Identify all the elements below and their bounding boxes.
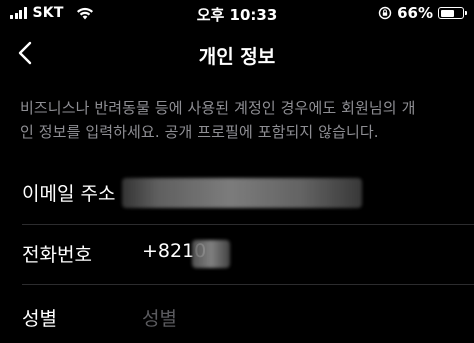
screen: SKT 오후 10:33 66% 개인 정보 비즈니스나 반려동물 등에 사용된…	[0, 0, 474, 343]
gender-row[interactable]: 성별 성별	[0, 292, 474, 342]
battery-icon	[438, 7, 467, 19]
battery-level-fill	[440, 9, 454, 17]
phone-row[interactable]: 전화번호 +8210	[0, 232, 474, 282]
email-row[interactable]: 이메일 주소	[0, 172, 474, 222]
gender-label: 성별	[22, 308, 57, 330]
battery-nub	[465, 11, 467, 15]
info-description: 비즈니스나 반려동물 등에 사용된 계정인 경우에도 회원님의 개 인 정보를 …	[20, 96, 460, 144]
page-title: 개인 정보	[198, 46, 276, 68]
info-line-1: 비즈니스나 반려동물 등에 사용된 계정인 경우에도 회원님의 개	[20, 99, 416, 117]
divider	[22, 224, 474, 225]
status-bar: SKT 오후 10:33 66%	[0, 0, 474, 28]
gender-field[interactable]: 성별	[142, 304, 177, 331]
email-redaction	[122, 178, 362, 208]
phone-label: 전화번호	[22, 244, 92, 266]
status-right: 66%	[378, 4, 467, 22]
battery-percentage: 66%	[397, 4, 433, 22]
phone-redaction	[192, 240, 230, 268]
divider	[22, 284, 474, 285]
orientation-lock-icon	[378, 6, 392, 20]
email-label: 이메일 주소	[22, 183, 116, 205]
navigation-bar: 개인 정보	[0, 28, 474, 80]
info-line-2: 인 정보를 입력하세요. 공개 프로필에 포함되지 않습니다.	[20, 123, 379, 141]
